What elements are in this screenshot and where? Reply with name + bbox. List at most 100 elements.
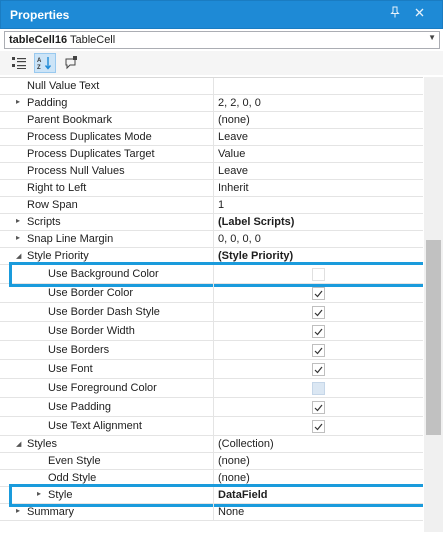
property-value[interactable]: Leave [218, 131, 248, 143]
column-divider[interactable] [213, 487, 214, 503]
checked-checkbox[interactable] [311, 420, 325, 433]
property-value[interactable]: Leave [218, 165, 248, 177]
property-row[interactable]: Null Value Text [0, 78, 423, 95]
collapse-arrow-icon[interactable]: ▸ [16, 216, 24, 225]
property-row[interactable]: Use Borders [0, 341, 423, 360]
property-row[interactable]: Use Border Width [0, 322, 423, 341]
vertical-scrollbar[interactable] [424, 77, 443, 532]
checkbox-cell[interactable] [310, 284, 326, 303]
checkbox-cell[interactable] [310, 322, 326, 341]
collapse-arrow-icon[interactable]: ▸ [37, 489, 45, 498]
column-divider[interactable] [213, 197, 214, 213]
checked-checkbox[interactable] [311, 287, 325, 300]
checkbox-cell[interactable] [310, 265, 326, 284]
property-row[interactable]: Even Style (none) [0, 453, 423, 470]
column-divider[interactable] [213, 78, 214, 94]
pin-icon[interactable] [387, 6, 403, 22]
column-divider[interactable] [213, 231, 214, 247]
checkbox-cell[interactable] [310, 398, 326, 417]
column-divider[interactable] [213, 453, 214, 469]
property-row[interactable]: Use Font [0, 360, 423, 379]
property-value[interactable]: None [218, 506, 244, 518]
categorized-view-button[interactable] [8, 53, 30, 73]
column-divider[interactable] [213, 436, 214, 452]
scrollbar-thumb[interactable] [426, 240, 441, 435]
property-value[interactable]: 1 [218, 199, 224, 211]
column-divider[interactable] [213, 470, 214, 486]
property-value[interactable]: Value [218, 148, 245, 160]
property-value[interactable]: DataField [218, 489, 268, 501]
unchecked-checkbox[interactable] [311, 268, 325, 281]
column-divider[interactable] [213, 417, 214, 435]
checkmark-icon [314, 309, 322, 316]
close-icon[interactable] [411, 6, 427, 22]
column-divider[interactable] [213, 146, 214, 162]
column-divider[interactable] [213, 398, 214, 416]
property-value[interactable]: Inherit [218, 182, 249, 194]
expand-arrow-icon[interactable]: ◢ [16, 252, 24, 260]
column-divider[interactable] [213, 129, 214, 145]
column-divider[interactable] [213, 180, 214, 196]
expand-arrow-icon[interactable]: ◢ [16, 440, 24, 448]
checkbox-cell[interactable] [310, 417, 326, 436]
column-divider[interactable] [213, 248, 214, 264]
property-value[interactable]: (Collection) [218, 438, 274, 450]
property-row[interactable]: Use Background Color [0, 265, 423, 284]
column-divider[interactable] [213, 284, 214, 302]
property-value[interactable]: 2, 2, 0, 0 [218, 97, 261, 109]
column-divider[interactable] [213, 265, 214, 283]
collapse-arrow-icon[interactable]: ▸ [16, 506, 24, 515]
checkbox-cell[interactable] [310, 303, 326, 322]
property-row[interactable]: Use Border Color [0, 284, 423, 303]
checkbox-cell[interactable] [310, 360, 326, 379]
column-divider[interactable] [213, 341, 214, 359]
property-row[interactable]: Row Span 1 [0, 197, 423, 214]
property-row[interactable]: Process Duplicates Target Value [0, 146, 423, 163]
property-value[interactable]: (none) [218, 472, 250, 484]
column-divider[interactable] [213, 163, 214, 179]
property-row[interactable]: ▸ Summary None [0, 504, 423, 521]
checked-checkbox[interactable] [311, 325, 325, 338]
column-divider[interactable] [213, 303, 214, 321]
property-row[interactable]: Parent Bookmark (none) [0, 112, 423, 129]
collapse-arrow-icon[interactable]: ▸ [16, 233, 24, 242]
property-pages-button[interactable] [60, 53, 82, 73]
checked-checkbox[interactable] [311, 306, 325, 319]
column-divider[interactable] [213, 504, 214, 520]
chevron-down-icon[interactable]: ▼ [428, 33, 436, 42]
property-row[interactable]: Odd Style (none) [0, 470, 423, 487]
column-divider[interactable] [213, 360, 214, 378]
checked-checkbox[interactable] [311, 363, 325, 376]
column-divider[interactable] [213, 112, 214, 128]
checkbox-cell[interactable] [310, 379, 326, 398]
column-divider[interactable] [213, 95, 214, 111]
unchecked-checkbox[interactable] [311, 382, 325, 395]
property-row[interactable]: ▸ Snap Line Margin 0, 0, 0, 0 [0, 231, 423, 248]
property-row[interactable]: Use Text Alignment [0, 417, 423, 436]
property-row[interactable]: ◢ Styles (Collection) [0, 436, 423, 453]
property-row[interactable]: ▸ Padding 2, 2, 0, 0 [0, 95, 423, 112]
property-row[interactable]: Use Border Dash Style [0, 303, 423, 322]
property-value[interactable]: (Style Priority) [218, 250, 293, 262]
property-value[interactable]: (Label Scripts) [218, 216, 294, 228]
property-row[interactable]: Right to Left Inherit [0, 180, 423, 197]
property-row[interactable]: Process Duplicates Mode Leave [0, 129, 423, 146]
property-value[interactable]: (none) [218, 114, 250, 126]
checked-checkbox[interactable] [311, 401, 325, 414]
property-row[interactable]: ▸ Style DataField [0, 487, 423, 504]
collapse-arrow-icon[interactable]: ▸ [16, 97, 24, 106]
property-row[interactable]: Use Foreground Color [0, 379, 423, 398]
property-row[interactable]: Use Padding [0, 398, 423, 417]
checked-checkbox[interactable] [311, 344, 325, 357]
property-value[interactable]: (none) [218, 455, 250, 467]
column-divider[interactable] [213, 379, 214, 397]
object-selector[interactable]: tableCell16 TableCell ▼ [4, 31, 440, 49]
column-divider[interactable] [213, 214, 214, 230]
alphabetical-sort-button[interactable]: A Z [34, 53, 56, 73]
property-value[interactable]: 0, 0, 0, 0 [218, 233, 261, 245]
property-row[interactable]: Process Null Values Leave [0, 163, 423, 180]
checkbox-cell[interactable] [310, 341, 326, 360]
column-divider[interactable] [213, 322, 214, 340]
property-row[interactable]: ◢ Style Priority (Style Priority) [0, 248, 423, 265]
property-row[interactable]: ▸ Scripts (Label Scripts) [0, 214, 423, 231]
